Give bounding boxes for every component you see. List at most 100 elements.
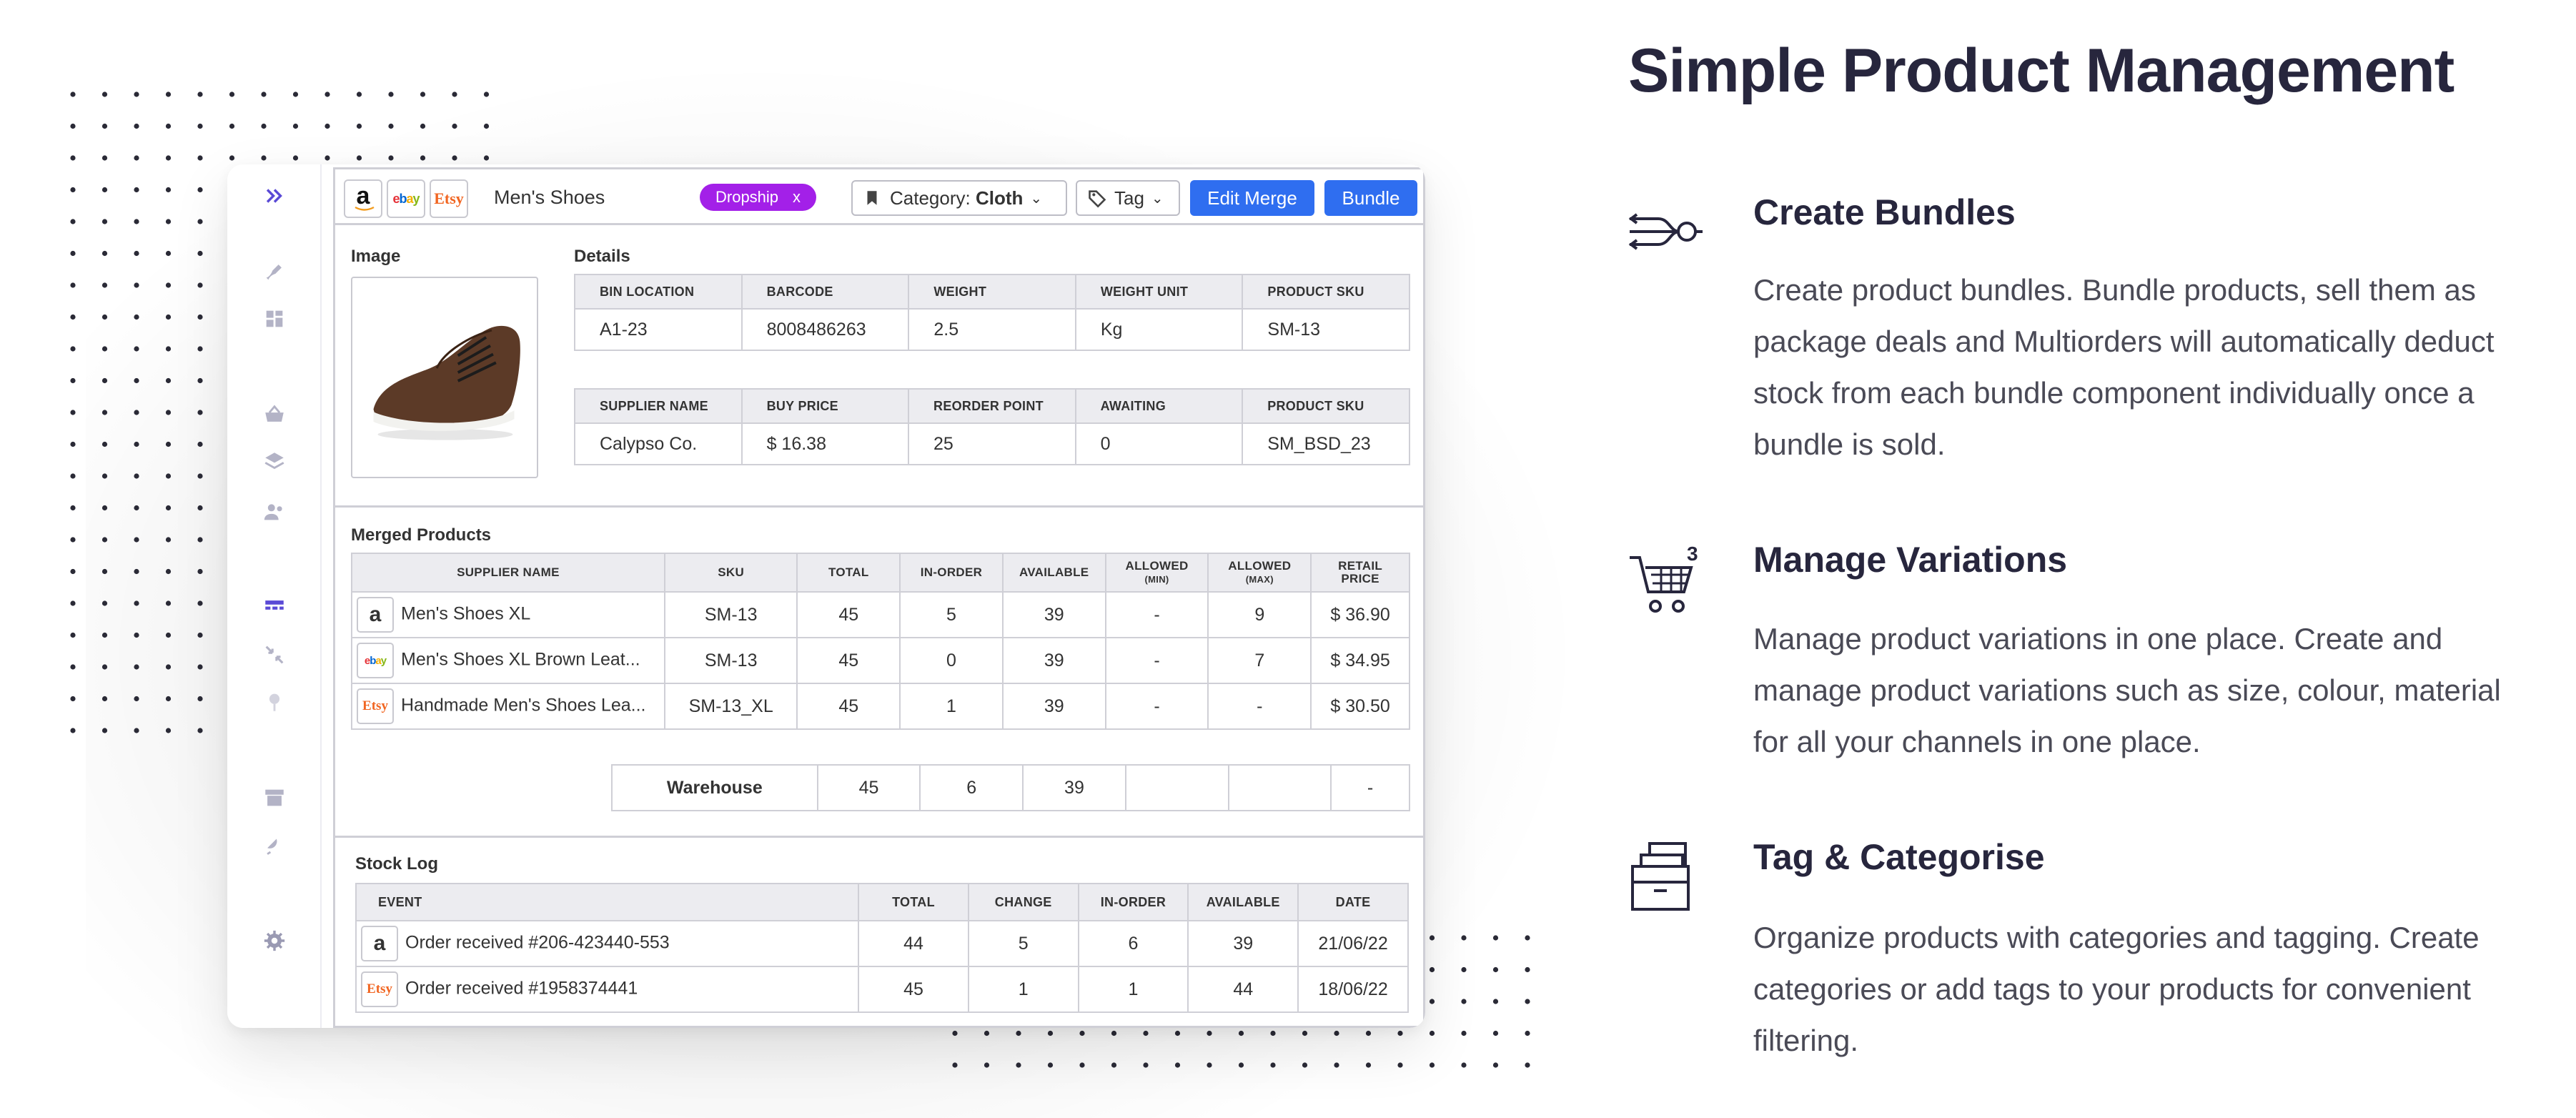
category-dropdown[interactable]: Category: Cloth ⌄ [851,180,1067,216]
boxes-icon [1627,838,1698,920]
product-sku-value[interactable]: SM_BSD_23 [1242,422,1410,465]
barcode-value[interactable]: 8008486263 [740,308,910,351]
product-name[interactable]: Handmade Men's Shoes Lea... [401,696,645,716]
col-header: WEIGHT [908,274,1076,310]
inorder-cell: 1 [899,683,1004,730]
app-window: a ebay Etsy Men's Shoes Dropship x Catego… [227,164,1425,1028]
event-cell: a Order received #206-423440-553 [355,920,860,967]
product-name-cell: Etsy Handmade Men's Shoes Lea... [351,683,665,730]
col-header: PRODUCT SKU [1242,274,1410,310]
bookmark-icon [867,191,877,205]
feature-title: Tag & Categorise [1753,837,2045,877]
col-header: IN-ORDER [899,553,1004,593]
dashboard-icon[interactable] [260,305,289,333]
total-cell: 45 [796,683,901,730]
table-row[interactable]: Etsy Order received #1958374441 45 1 1 44… [355,966,1409,1013]
archive-icon[interactable] [260,783,289,812]
available-cell: 39 [1001,637,1106,684]
col-header: TOTAL [858,883,969,921]
awaiting-value[interactable]: 0 [1074,422,1244,465]
product-name-cell: ebay Men's Shoes XL Brown Leat... [351,637,665,684]
empty-cell [1124,764,1229,811]
ebay-logo-icon: ebay [357,643,394,678]
available-cell: 39 [1187,920,1299,967]
basket-icon[interactable] [260,400,289,429]
col-header: AWAITING [1074,388,1244,424]
product-name[interactable]: Men's Shoes XL [401,604,530,624]
weight-value[interactable]: 2.5 [908,308,1076,351]
warehouse-inorder: 6 [919,764,1024,811]
product-title: Men's Shoes [494,187,605,208]
expand-chevrons-icon[interactable] [260,182,289,210]
divider [335,505,1423,508]
merged-products-table: SUPPLIER NAME SKU TOTAL IN-ORDER AVAILAB… [351,553,1410,730]
retail-price-cell[interactable]: $ 36.90 [1310,591,1410,638]
weight-unit-value[interactable]: Kg [1074,308,1244,351]
product-name-cell: a Men's Shoes XL [351,591,665,638]
col-header: WEIGHT UNIT [1074,274,1244,310]
allowed-max-cell[interactable]: 7 [1207,637,1312,684]
edit-merge-button[interactable]: Edit Merge [1190,180,1314,216]
event-text[interactable]: Order received #206-423440-553 [405,933,670,953]
header-subtext: PRICE [1341,572,1379,585]
col-header: BARCODE [740,274,910,310]
details-section-label: Details [574,247,630,266]
date-cell: 21/06/22 [1297,920,1409,967]
bin-location-value[interactable]: A1-23 [574,308,743,351]
warehouse-total: 45 [816,764,921,811]
layers-icon[interactable] [260,447,289,476]
satellite-icon[interactable] [260,831,289,859]
chevron-down-icon: ⌄ [1030,190,1043,207]
merged-products-label: Merged Products [351,525,492,545]
chevron-down-icon: ⌄ [1151,190,1164,207]
total-cell: 45 [858,966,969,1013]
sidebar [227,164,322,1028]
product-name[interactable]: Men's Shoes XL Brown Leat... [401,650,640,670]
product-sku-value[interactable]: SM-13 [1242,308,1410,351]
table-row[interactable]: a Men's Shoes XL SM-13 45 5 39 - 9 $ 36.9… [351,591,1410,638]
gear-icon[interactable] [260,926,289,955]
buy-price-value[interactable]: $ 16.38 [740,422,910,465]
event-text[interactable]: Order received #1958374441 [405,979,638,999]
allowed-min-cell[interactable]: - [1104,637,1209,684]
tag-dropdown[interactable]: Tag ⌄ [1076,180,1180,216]
product-image[interactable] [351,277,538,478]
stock-log-label: Stock Log [355,854,439,874]
table-row[interactable]: Etsy Handmade Men's Shoes Lea... SM-13_XL… [351,683,1410,730]
allowed-max-cell[interactable]: 9 [1207,591,1312,638]
col-header: AVAILABLE [1187,883,1299,921]
event-cell: Etsy Order received #1958374441 [355,966,860,1013]
amazon-logo-icon: a [357,597,394,633]
warehouse-label: Warehouse [611,764,818,811]
bundle-button[interactable]: Bundle [1324,180,1417,216]
sku-cell: SM-13 [663,591,798,638]
users-icon[interactable] [260,498,289,526]
bundle-icon [1627,203,1705,264]
total-cell: 44 [858,920,969,967]
pin-icon[interactable] [260,688,289,716]
dropship-tag[interactable]: Dropship x [700,184,817,211]
total-cell: 45 [796,637,901,684]
col-header: SUPPLIER NAME [574,388,743,424]
rocket-icon[interactable] [260,257,289,286]
allowed-min-cell[interactable]: - [1104,591,1209,638]
reorder-point-value[interactable]: 25 [908,422,1076,465]
retail-price-cell[interactable]: $ 34.95 [1310,637,1410,684]
tag-icon [1089,190,1106,208]
table-row[interactable]: a Order received #206-423440-553 44 5 6 3… [355,920,1409,967]
feature-title: Manage Variations [1753,540,2068,580]
image-section-label: Image [351,247,401,266]
table-row[interactable]: ebay Men's Shoes XL Brown Leat... SM-13 4… [351,637,1410,684]
allowed-max-cell[interactable]: - [1207,683,1312,730]
feature-title: Create Bundles [1753,192,2016,232]
merge-arrows-icon[interactable] [260,640,289,669]
col-header-retail-price: RETAIL PRICE [1310,553,1410,593]
allowed-min-cell[interactable]: - [1104,683,1209,730]
table-icon[interactable] [260,593,289,622]
remove-tag-button[interactable]: x [793,188,801,206]
stock-log-table: EVENT TOTAL CHANGE IN-ORDER AVAILABLE DA… [355,883,1409,1013]
supplier-name-value[interactable]: Calypso Co. [574,422,743,465]
retail-price-cell[interactable]: $ 30.50 [1310,683,1410,730]
change-cell: 5 [967,920,1079,967]
header-subtext: (MAX) [1245,573,1274,585]
